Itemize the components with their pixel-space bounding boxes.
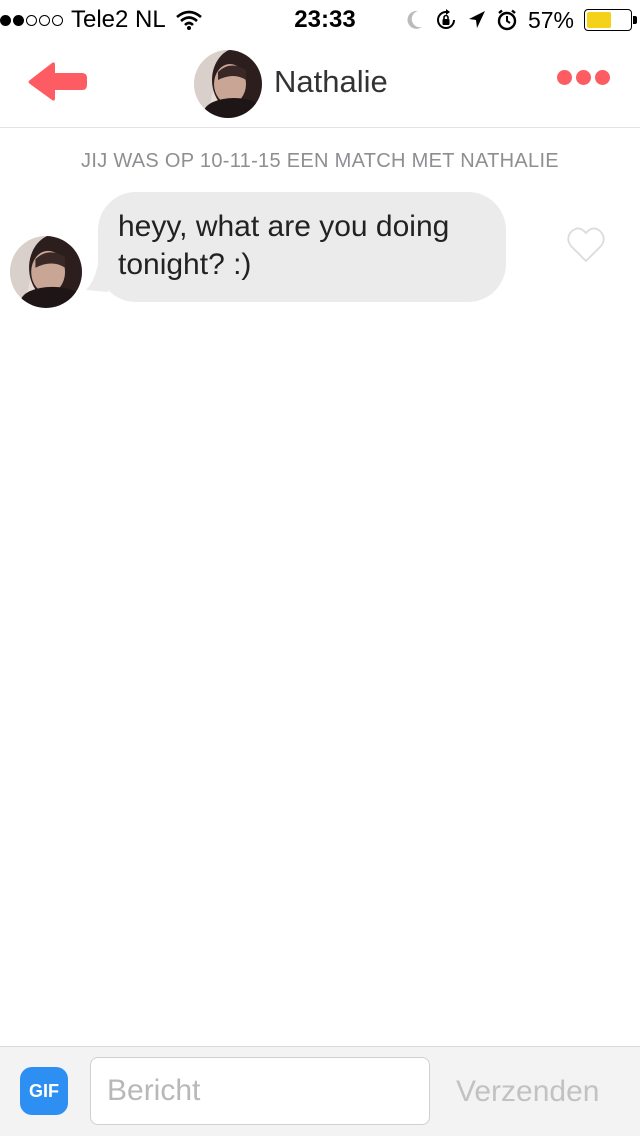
message-bubble[interactable]: heyy, what are you doing tonight? :) [98,192,506,302]
battery-icon [584,9,637,31]
back-button[interactable] [26,58,96,108]
chat-header: Nathalie [0,40,640,128]
alarm-icon [497,9,517,31]
more-dots-icon [595,70,610,85]
heart-icon[interactable] [566,226,606,264]
status-right: 57% [406,6,637,34]
battery-tip [633,16,637,24]
gif-button[interactable]: GIF [20,1067,68,1115]
contact-name[interactable]: Nathalie [274,64,388,100]
rotation-lock-icon [436,9,455,29]
status-bar: Tele2 NL 23:33 57% [0,0,640,40]
more-dots-icon [576,70,591,85]
message-input[interactable] [90,1057,430,1125]
battery-fill [587,12,611,28]
more-dots-icon [557,70,572,85]
message-text: heyy, what are you doing tonight? :) [118,210,450,281]
location-icon [468,11,485,28]
contact-avatar[interactable] [194,50,262,118]
avatar-photo [194,50,262,118]
battery-percent: 57% [527,6,574,33]
moon-icon [407,10,422,29]
more-options-button[interactable] [557,70,610,85]
avatar-photo [10,236,82,308]
message-sender-avatar[interactable] [10,236,82,308]
back-arrow-icon [28,62,87,101]
message-composer: GIF Verzenden [0,1046,640,1136]
send-button[interactable]: Verzenden [456,1075,599,1109]
match-notice: JIJ WAS OP 10-11-15 EEN MATCH MET NATHAL… [81,150,559,172]
